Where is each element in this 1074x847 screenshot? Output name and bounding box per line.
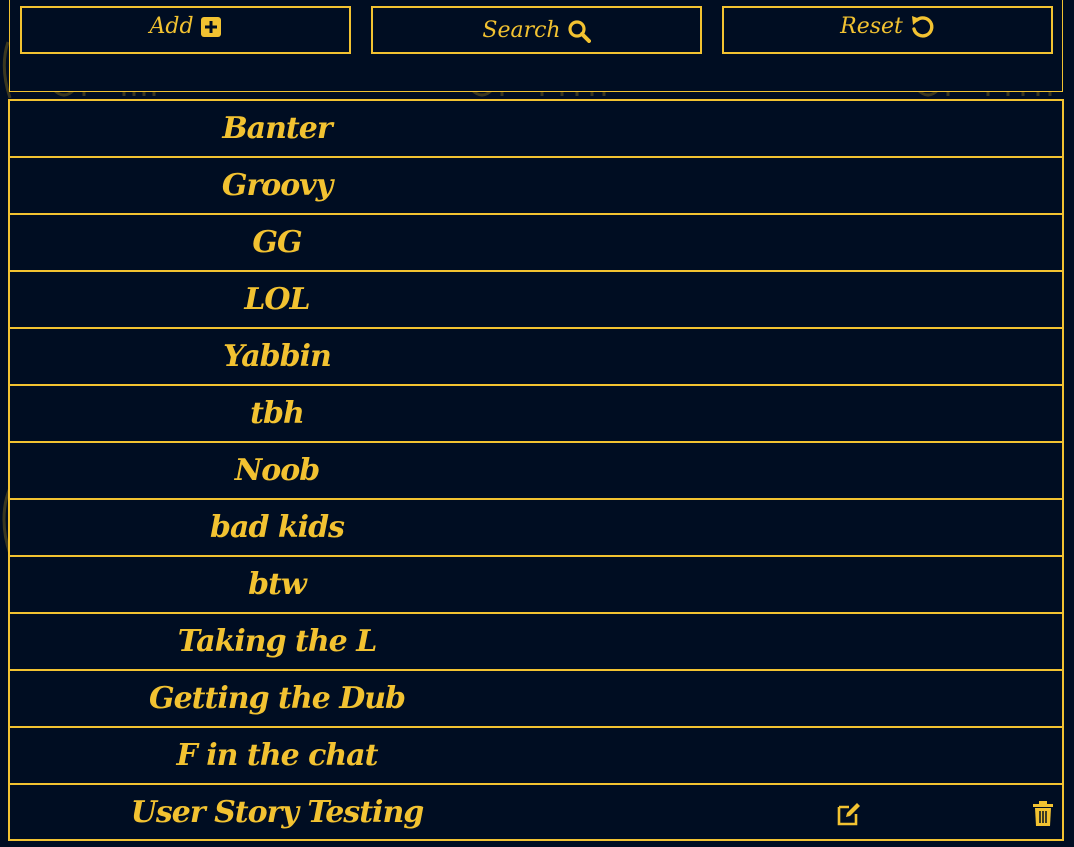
list-item[interactable]: User Story Testing (10, 785, 1062, 839)
list-item[interactable]: bad kids (10, 500, 1062, 557)
plus-square-icon (200, 14, 222, 39)
edit-icon[interactable] (836, 801, 862, 827)
phrase-list: Banter Groovy GG LOL Yabbin tbh Noob bad kids bt… (8, 99, 1064, 841)
add-button-label: Add (149, 14, 194, 39)
list-item[interactable]: btw (10, 557, 1062, 614)
list-item[interactable]: Yabbin (10, 329, 1062, 386)
list-item[interactable]: LOL (10, 272, 1062, 329)
list-item[interactable]: tbh (10, 386, 1062, 443)
page: Add Search Reset Banter Groovy GG LOL Ya… (0, 0, 1074, 847)
list-item[interactable]: Getting the Dub (10, 671, 1062, 728)
undo-icon (909, 14, 935, 40)
reset-button-label: Reset (840, 14, 903, 39)
reset-button[interactable]: Reset (722, 6, 1053, 54)
list-item-label: Yabbin (223, 339, 332, 374)
list-item-label: bad kids (210, 510, 345, 545)
search-icon (567, 18, 591, 43)
list-item[interactable]: GG (10, 215, 1062, 272)
list-item-label: Groovy (221, 168, 333, 203)
list-item-label: LOL (244, 282, 310, 317)
trash-icon[interactable] (1032, 801, 1058, 827)
list-item[interactable]: Noob (10, 443, 1062, 500)
toolbar: Add Search Reset (9, 0, 1063, 92)
list-item-label: Banter (222, 111, 332, 146)
list-item-label: Getting the Dub (148, 681, 406, 716)
list-item-label: Taking the L (177, 624, 378, 659)
list-item-label: Noob (234, 453, 320, 488)
search-button[interactable]: Search (371, 6, 702, 54)
list-item-label: GG (252, 225, 302, 260)
list-item[interactable]: F in the chat (10, 728, 1062, 785)
add-button[interactable]: Add (20, 6, 351, 54)
list-item-label: tbh (250, 396, 305, 431)
list-item[interactable]: Taking the L (10, 614, 1062, 671)
search-button-label: Search (482, 18, 561, 43)
list-item-label: btw (248, 567, 307, 602)
list-item-label: User Story Testing (130, 794, 425, 830)
list-item[interactable]: Groovy (10, 158, 1062, 215)
list-item-label: F in the chat (176, 738, 379, 773)
list-item[interactable]: Banter (10, 101, 1062, 158)
